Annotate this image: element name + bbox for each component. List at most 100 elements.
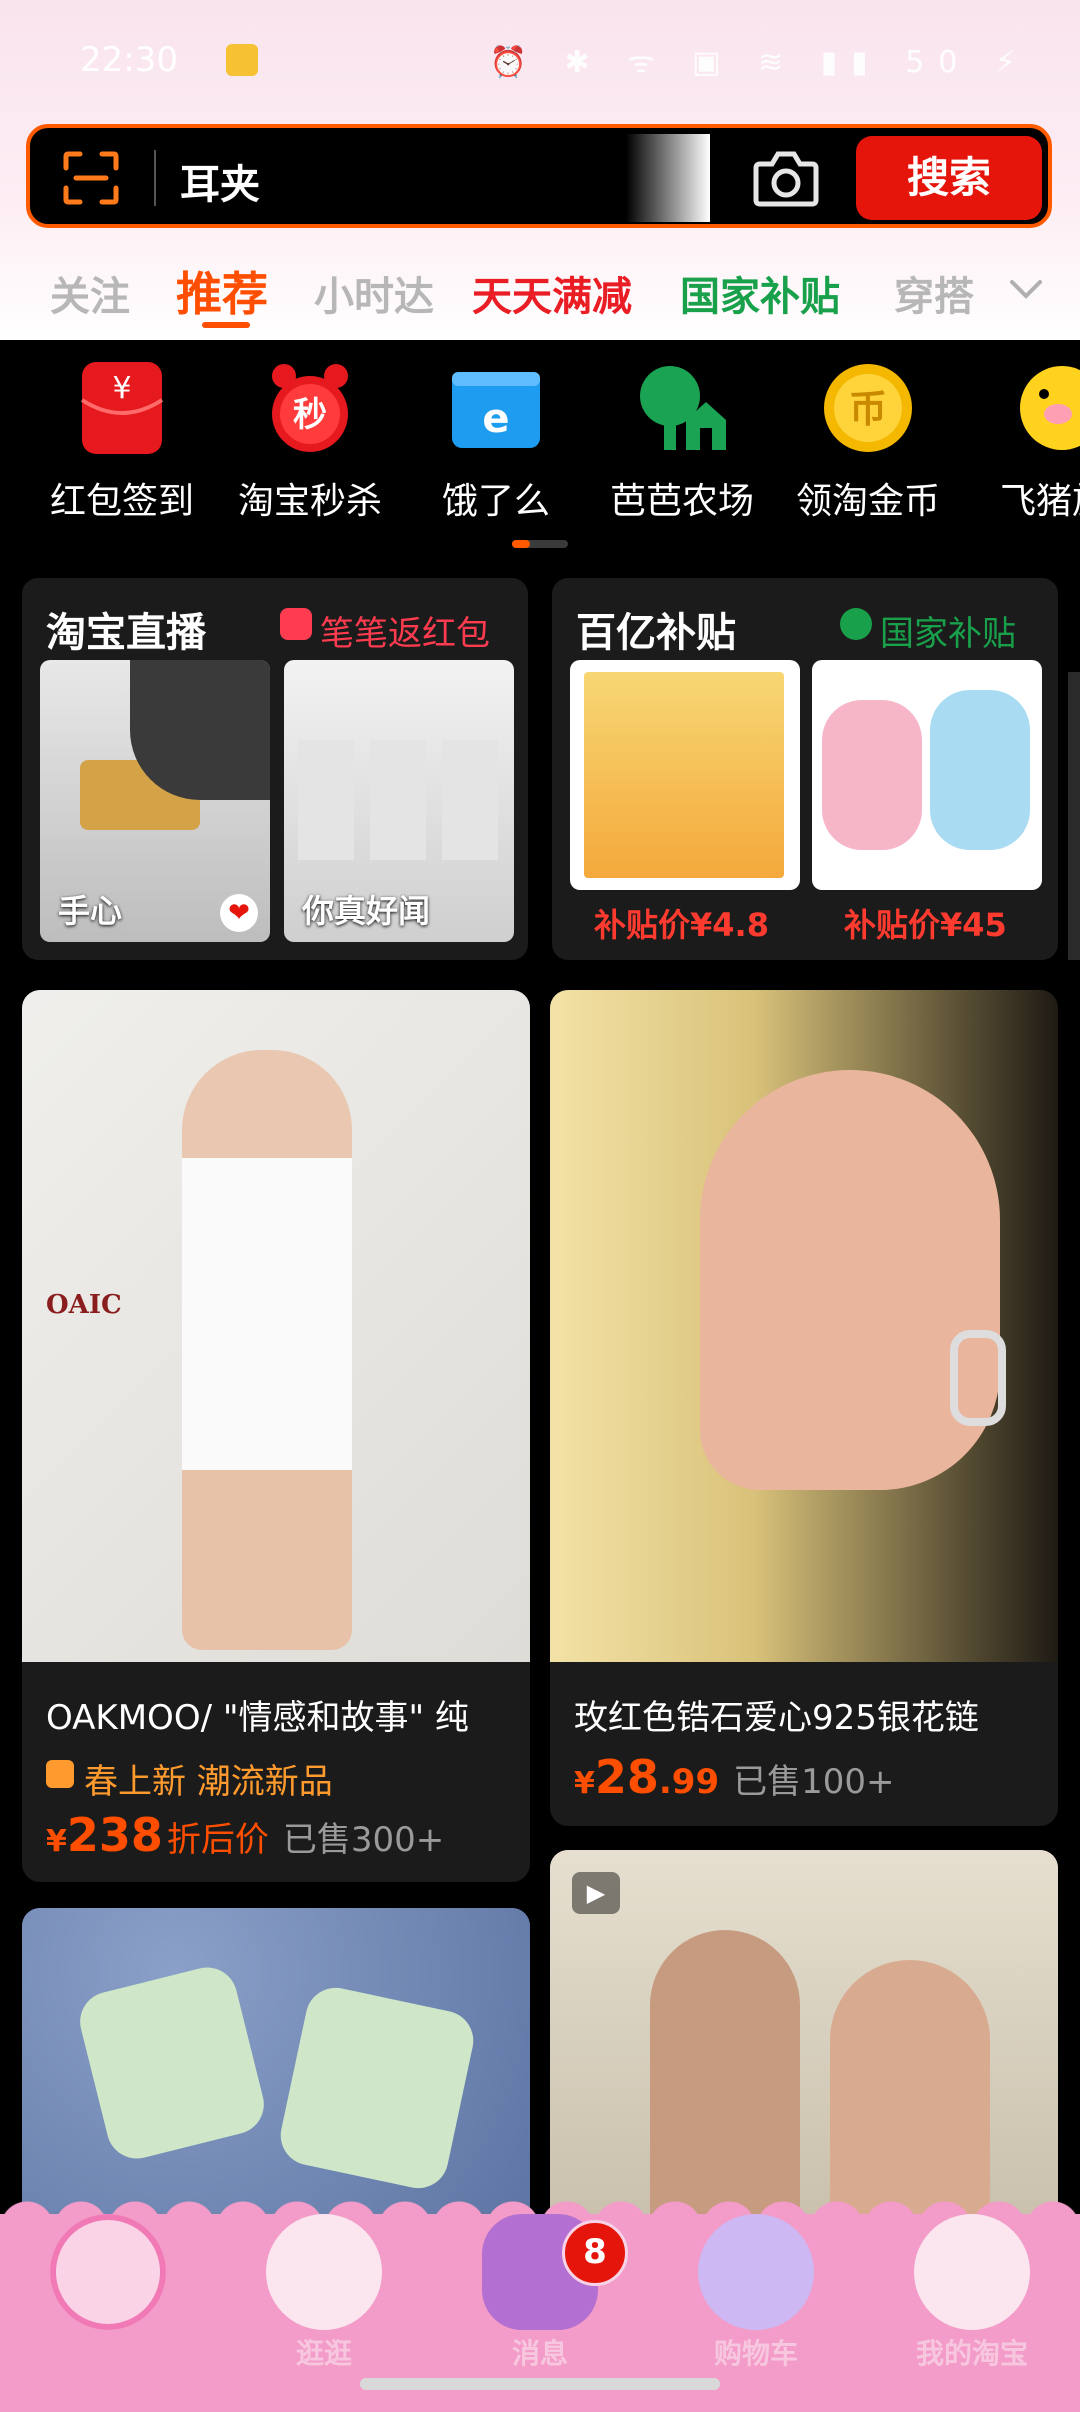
subsidy-thumb-1[interactable] bbox=[570, 660, 800, 890]
live-thumb-1[interactable]: 手心 ❤ bbox=[40, 660, 270, 942]
fliggy-pig-icon bbox=[1006, 360, 1080, 456]
sold-count: 已售100+ bbox=[733, 1762, 895, 1802]
message-count-badge: 8 bbox=[562, 2220, 628, 2286]
svg-text:秒: 秒 bbox=[293, 395, 327, 435]
scan-icon[interactable] bbox=[62, 150, 120, 206]
home-avatar-icon bbox=[50, 2214, 166, 2330]
tab-national-subsidy[interactable]: 国家补贴 bbox=[680, 264, 840, 322]
gold-coin-icon: 币 bbox=[820, 360, 916, 456]
subsidy-thumb-2[interactable] bbox=[812, 660, 1042, 890]
active-tab-indicator bbox=[202, 322, 250, 328]
price-value: 238 bbox=[66, 1808, 163, 1862]
nav-label: 购物车 bbox=[713, 2337, 798, 2370]
nav-label: 消息 bbox=[511, 2337, 568, 2370]
brand-logo: OAIC bbox=[46, 1290, 122, 1320]
tab-hourly-delivery[interactable]: 小时达 bbox=[314, 264, 434, 322]
shortcut-row: ¥ 红包签到 秒 淘宝秒杀 e 饿了么 芭芭农场 币 领淘金币 飞猪旅 bbox=[0, 360, 1080, 540]
price-currency: ¥ bbox=[574, 1766, 595, 1801]
search-button[interactable]: 搜索 bbox=[856, 136, 1042, 220]
shortcut-eleme[interactable]: e 饿了么 bbox=[404, 360, 588, 524]
product-card[interactable]: 玫红色锆石爱心925银花链 ¥28.99 已售100+ bbox=[550, 990, 1058, 1826]
product-image[interactable]: OAIC bbox=[22, 990, 530, 1662]
shortcut-gold-coin[interactable]: 币 领淘金币 bbox=[776, 360, 960, 524]
shortcut-farm[interactable]: 芭芭农场 bbox=[590, 360, 774, 524]
nav-my-taobao[interactable]: 我的淘宝 bbox=[864, 2214, 1080, 2374]
product-card[interactable]: OAIC OAKMOO/ "情感和故事" 纯 春上新 潮流新品 ¥238 折后价已… bbox=[22, 990, 530, 1882]
flash-sale-clock-icon: 秒 bbox=[262, 360, 358, 456]
live-thumb-caption: 手心 bbox=[58, 892, 123, 930]
camera-icon[interactable] bbox=[752, 146, 820, 210]
earring-hoop bbox=[950, 1330, 1006, 1426]
shortcut-flash-sale[interactable]: 秒 淘宝秒杀 bbox=[218, 360, 402, 524]
search-suggestion-image bbox=[626, 134, 710, 222]
red-packet-icon bbox=[280, 608, 312, 640]
promo-subtitle: 国家补贴 bbox=[880, 614, 1016, 654]
tab-follow[interactable]: 关注 bbox=[50, 264, 130, 322]
promo-billion-subsidy[interactable]: 百亿补贴 国家补贴 补贴价¥4.8 补贴价¥45 bbox=[552, 578, 1058, 960]
product-price: ¥238 折后价 已售300+ bbox=[46, 1808, 444, 1862]
search-bar[interactable]: 耳夹 搜索 bbox=[26, 124, 1052, 228]
cart-avatar-icon bbox=[698, 2214, 814, 2330]
notes-app-icon bbox=[226, 44, 258, 76]
promo-title: 百亿补贴 bbox=[576, 610, 736, 656]
live-thumb-2[interactable]: 你真好闻 bbox=[284, 660, 514, 942]
promo-title: 淘宝直播 bbox=[46, 610, 206, 656]
price-currency: ¥ bbox=[46, 1824, 67, 1859]
perfume-bottles bbox=[298, 740, 498, 860]
model-figure bbox=[182, 1050, 352, 1650]
shortcut-red-envelope[interactable]: ¥ 红包签到 bbox=[30, 360, 214, 524]
tab-outfits[interactable]: 穿搭 bbox=[894, 264, 974, 322]
nav-home[interactable]: 首页 bbox=[0, 2214, 216, 2374]
shortcut-label: 芭芭农场 bbox=[609, 481, 754, 522]
chevron-down-icon[interactable] bbox=[1006, 268, 1046, 308]
product-image[interactable] bbox=[550, 990, 1058, 1662]
live-thumb-caption: 你真好闻 bbox=[302, 892, 431, 930]
product-title: 玫红色锆石爱心925银花链 bbox=[574, 1698, 979, 1738]
book-set-image bbox=[584, 672, 784, 878]
nav-explore[interactable]: 逛逛 bbox=[216, 2214, 432, 2374]
new-arrival-icon bbox=[46, 1760, 74, 1788]
lightstick-2 bbox=[275, 1982, 479, 2194]
shortcut-label: 红包签到 bbox=[49, 481, 194, 522]
heart-icon[interactable]: ❤ bbox=[220, 894, 258, 932]
live-host-silhouette bbox=[130, 660, 270, 800]
promo-scroll-edge bbox=[1068, 672, 1080, 960]
subsidy-price: 补贴价¥45 bbox=[844, 906, 1007, 944]
home-indicator[interactable] bbox=[360, 2378, 720, 2390]
svg-text:币: 币 bbox=[849, 387, 887, 431]
category-tabs: 关注 推荐 小时达 天天满减 国家补贴 穿搭 bbox=[0, 256, 1080, 340]
blue-perfume-image bbox=[930, 690, 1030, 850]
price-decimal: .99 bbox=[658, 1762, 720, 1802]
tab-recommend[interactable]: 推荐 bbox=[176, 258, 268, 324]
product-card[interactable] bbox=[22, 1908, 530, 2228]
subsidy-leaf-icon bbox=[840, 608, 872, 640]
lightstick-1 bbox=[73, 1961, 271, 2165]
status-bar: 22:30 ⏰ ✱ ᯤ ▣ ≋ ▮▮ 50 ⚡ bbox=[0, 0, 1080, 120]
product-tagline: 春上新 潮流新品 bbox=[84, 1762, 333, 1802]
nav-cart[interactable]: 购物车 bbox=[648, 2214, 864, 2374]
shortcut-label: 飞猪旅 bbox=[999, 481, 1080, 522]
video-play-icon[interactable]: ▶ bbox=[572, 1872, 620, 1914]
subsidy-price: 补贴价¥4.8 bbox=[594, 906, 769, 944]
product-card[interactable]: ▶ bbox=[550, 1850, 1058, 2230]
shortcut-fliggy[interactable]: 飞猪旅 bbox=[962, 360, 1080, 524]
product-image[interactable]: ▶ bbox=[550, 1850, 1058, 2230]
status-time: 22:30 bbox=[80, 40, 178, 80]
red-envelope-icon: ¥ bbox=[74, 360, 170, 456]
eleme-icon: e bbox=[448, 360, 544, 456]
promo-subtitle: 笔笔返红包 bbox=[320, 614, 490, 654]
product-image[interactable] bbox=[22, 1908, 530, 2228]
svg-text:e: e bbox=[482, 396, 509, 442]
nav-label: 逛逛 bbox=[295, 2337, 352, 2370]
promo-taobao-live[interactable]: 淘宝直播 笔笔返红包 手心 ❤ 你真好闻 bbox=[22, 578, 528, 960]
shortcut-label: 淘宝秒杀 bbox=[237, 481, 382, 522]
profile-avatar-icon bbox=[914, 2214, 1030, 2330]
person-2 bbox=[830, 1960, 990, 2230]
tab-daily-discount[interactable]: 天天满减 bbox=[472, 264, 632, 322]
farm-tree-icon bbox=[634, 360, 730, 456]
sold-count: 已售300+ bbox=[282, 1820, 445, 1860]
person-1 bbox=[650, 1930, 800, 2230]
nav-label: 我的淘宝 bbox=[915, 2337, 1028, 2370]
price-suffix: 折后价 bbox=[166, 1820, 269, 1860]
search-input[interactable]: 耳夹 bbox=[180, 152, 260, 210]
